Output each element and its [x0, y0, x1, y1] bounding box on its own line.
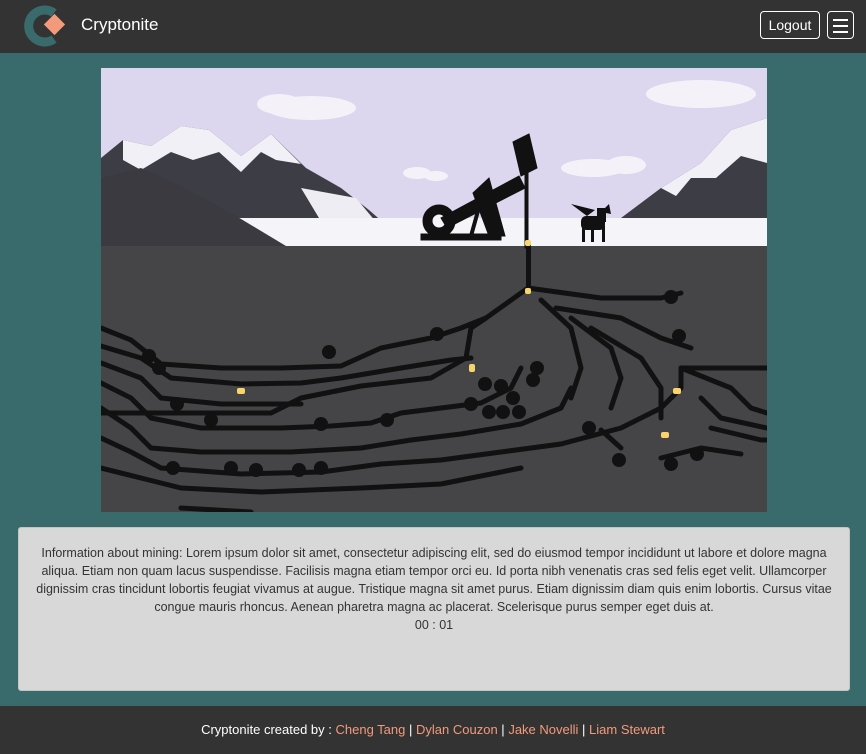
author-link[interactable]: Cheng Tang: [336, 722, 406, 737]
info-panel: Information about mining: Lorem ipsum do…: [18, 527, 850, 691]
footer-separator: |: [501, 722, 505, 737]
footer-prefix: Cryptonite created by :: [201, 722, 332, 737]
logout-button[interactable]: Logout: [760, 11, 820, 39]
timer: 00 : 01: [414, 618, 454, 632]
navbar: Cryptonite Logout: [0, 0, 866, 53]
brand-logo-icon[interactable]: [20, 4, 70, 48]
footer: Cryptonite created by : Cheng Tang | Dyl…: [0, 706, 866, 754]
hamburger-menu-icon[interactable]: [827, 11, 854, 39]
brand-name[interactable]: Cryptonite: [81, 14, 158, 36]
mining-illustration: [98, 68, 770, 515]
mining-info-text: Information about mining: Lorem ipsum do…: [36, 546, 832, 614]
footer-separator: |: [409, 722, 413, 737]
author-link[interactable]: Liam Stewart: [589, 722, 665, 737]
author-link[interactable]: Dylan Couzon: [416, 722, 498, 737]
author-link[interactable]: Jake Novelli: [508, 722, 578, 737]
footer-separator: |: [582, 722, 586, 737]
